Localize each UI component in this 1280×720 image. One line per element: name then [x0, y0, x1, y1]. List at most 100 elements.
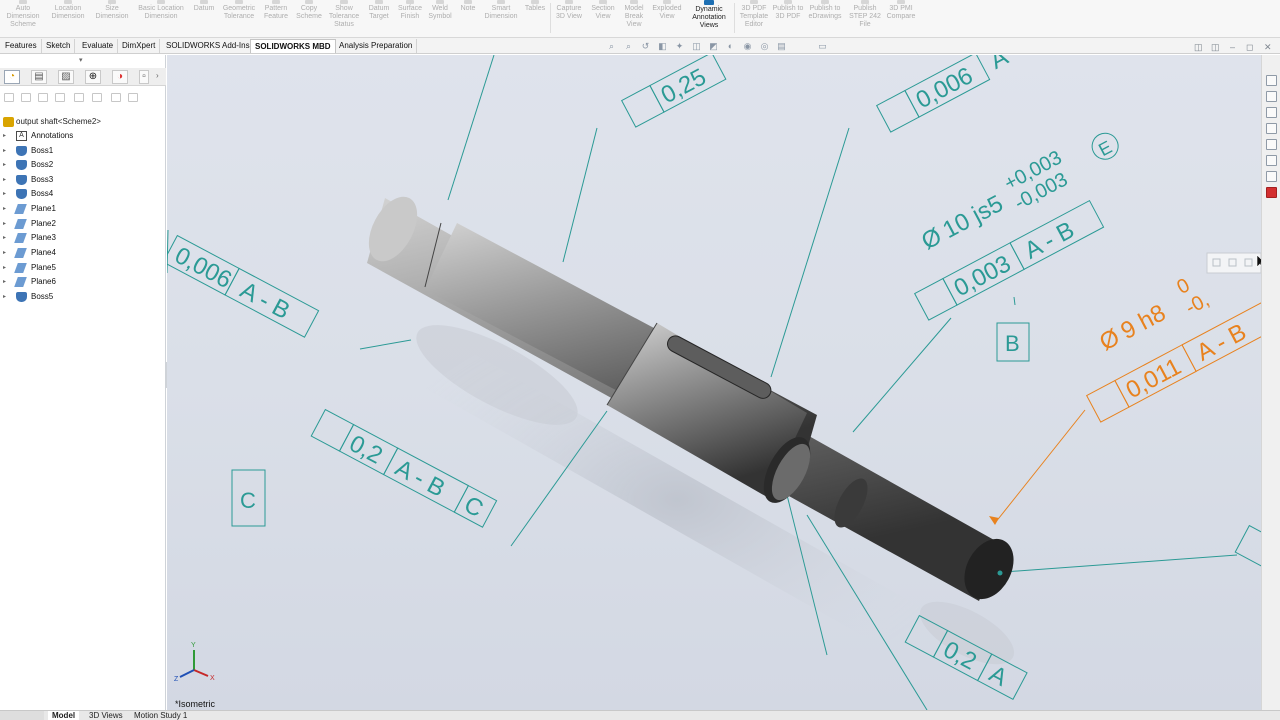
size-dimension-button[interactable]: Size Dimension — [92, 0, 132, 38]
maximize-icon[interactable]: ◻ — [1246, 42, 1253, 52]
auto-dimension-scheme-button[interactable]: Auto Dimension Scheme — [4, 0, 42, 38]
import-pmi-tool-icon[interactable] — [111, 93, 121, 102]
datum-c-label[interactable]: C — [240, 488, 256, 513]
expand-arrow-icon[interactable]: ▸ — [3, 246, 9, 260]
previous-view-icon[interactable]: ↺ — [641, 42, 650, 51]
expand-arrow-icon[interactable]: ▸ — [3, 275, 9, 289]
tolerance-status-tool-icon[interactable] — [55, 93, 65, 102]
dynamic-annotation-views-button[interactable]: Dynamic Annotation Views — [686, 0, 732, 38]
lower-tolerance-datum-c[interactable]: C — [460, 491, 488, 523]
edit-appearance-icon[interactable]: ◉ — [743, 42, 752, 51]
expand-arrow-icon[interactable]: ▸ — [3, 217, 9, 231]
view-settings-icon[interactable]: ▤ — [777, 42, 786, 51]
datum-target-button[interactable]: Datum Target — [364, 0, 394, 38]
expand-arrow-icon[interactable]: ▸ — [3, 290, 9, 304]
selected-tolerance-datums[interactable]: A - B — [1192, 318, 1251, 366]
geometric-tolerance-button[interactable]: Geometric Tolerance — [220, 0, 258, 38]
section-view-icon[interactable]: ◧ — [658, 42, 667, 51]
tables-button[interactable]: Tables — [522, 0, 548, 38]
lower-tolerance-datums[interactable]: A - B — [391, 454, 450, 502]
minimize-icon[interactable]: – — [1230, 42, 1235, 52]
tab-3d-views[interactable]: 3D Views — [85, 711, 127, 720]
note-button[interactable]: Note — [456, 0, 480, 38]
show-tolerance-tool-icon[interactable] — [21, 93, 31, 102]
show-tolerance-status-button[interactable]: Show Tolerance Status — [326, 0, 362, 38]
expand-arrow-icon[interactable]: ▸ — [3, 158, 9, 172]
expand-arrow-icon[interactable]: ▸ — [3, 231, 9, 245]
diameter-9-dimension[interactable]: 9 h8 — [1116, 299, 1170, 345]
capture-3d-view-button[interactable]: Capture 3D View — [552, 0, 586, 38]
publish-edrawings-button[interactable]: Publish to eDrawings — [804, 0, 846, 38]
view-orientation-icon[interactable]: ◫ — [692, 42, 701, 51]
context-toolbar[interactable] — [1206, 252, 1261, 274]
top-center-tolerance-value[interactable]: 0,25 — [657, 63, 711, 109]
publish-step-242-button[interactable]: Publish STEP 242 File — [846, 0, 884, 38]
restore-panel-icon[interactable]: ◫ — [1194, 42, 1203, 52]
bottom-tolerance-datum[interactable]: A — [985, 660, 1012, 691]
display-style-icon[interactable]: ◩ — [709, 42, 718, 51]
appearances-icon[interactable] — [1266, 139, 1277, 150]
3d-pmi-compare-button[interactable]: 3D PMI Compare — [884, 0, 918, 38]
section-view-button[interactable]: Section View — [588, 0, 618, 38]
view-palette-icon[interactable] — [1266, 123, 1277, 134]
expand-arrow-icon[interactable]: ▸ — [3, 187, 9, 201]
graphics-viewport[interactable]: 0,25 0,006 A Ø 10 js5 +0,003 -0,003 E 0, — [167, 55, 1261, 710]
tab-motion-study-1[interactable]: Motion Study 1 — [130, 711, 191, 720]
display-manager-tab-icon[interactable]: ◑ — [112, 70, 128, 84]
custom-properties-icon[interactable] — [1266, 155, 1277, 166]
feature-manager-tab-icon[interactable]: ◔ — [4, 70, 20, 84]
add-feature-tool-icon[interactable] — [92, 93, 102, 102]
pattern-feature-button[interactable]: Pattern Feature — [260, 0, 292, 38]
copy-scheme-tool-icon[interactable] — [38, 93, 48, 102]
close-icon[interactable]: ✕ — [1264, 42, 1272, 52]
expand-arrow-icon[interactable]: ▸ — [3, 173, 9, 187]
tab-solidworks-mbd[interactable]: SOLIDWORKS MBD — [250, 39, 336, 53]
datum-b-label[interactable]: B — [1005, 331, 1020, 356]
publish-3d-pdf-button[interactable]: Publish to 3D PDF — [772, 0, 804, 38]
apply-scene-icon[interactable]: ◎ — [760, 42, 769, 51]
zoom-area-icon[interactable]: ⌕ — [624, 42, 633, 51]
resources-icon[interactable] — [1266, 91, 1277, 102]
copy-scheme-button[interactable]: Copy Scheme — [294, 0, 324, 38]
mid-tolerance-datums[interactable]: A - B — [1020, 216, 1079, 264]
property-manager-tab-icon[interactable]: ▤ — [31, 70, 47, 84]
datum-button[interactable]: Datum — [190, 0, 218, 38]
configuration-manager-tab-icon[interactable]: ▨ — [58, 70, 74, 84]
expand-arrow-icon[interactable]: ▸ — [3, 261, 9, 275]
dimxpert-manager-tab-icon[interactable]: ⊕ — [85, 70, 101, 84]
selected-pmi-annotation[interactable]: Ø 9 h8 0 -0, 0,011 A - B — [1085, 269, 1261, 423]
expand-arrow-icon[interactable]: ▸ — [3, 202, 9, 216]
tab-evaluate[interactable]: Evaluate — [78, 39, 119, 53]
tab-sketch[interactable]: Sketch — [42, 39, 76, 53]
weld-symbol-button[interactable]: Weld Symbol — [426, 0, 454, 38]
home-icon[interactable] — [1266, 75, 1277, 86]
selected-tolerance-value[interactable]: 0,011 — [1122, 353, 1186, 404]
zoom-to-fit-icon[interactable]: ⌕ — [607, 42, 616, 51]
model-break-view-button[interactable]: Model Break View — [620, 0, 648, 38]
display-monitor-icon[interactable]: ▭ — [818, 42, 827, 51]
file-explorer-icon[interactable] — [1266, 107, 1277, 118]
top-right-datum[interactable]: A — [986, 55, 1013, 75]
lower-tolerance-value[interactable]: 0,2 — [345, 430, 387, 470]
smart-dimension-button[interactable]: Smart Dimension — [482, 0, 520, 38]
hide-show-items-icon[interactable]: ◐ — [726, 42, 735, 51]
diameter-10-dimension[interactable]: 10 js5 — [938, 190, 1007, 244]
dynamic-annotation-icon[interactable]: ✦ — [675, 42, 684, 51]
location-dimension-button[interactable]: Location Dimension — [48, 0, 88, 38]
expand-arrow-icon[interactable]: ▸ — [3, 144, 9, 158]
split-panel-icon[interactable]: ◫ — [1211, 42, 1220, 52]
scroll-tabs-arrow-icon[interactable]: › — [156, 71, 159, 80]
delete-scheme-tool-icon[interactable] — [74, 93, 84, 102]
tab-features[interactable]: Features — [1, 39, 42, 53]
tab-model[interactable]: Model — [48, 711, 80, 720]
panel-collapse-arrow-icon[interactable]: ▾ — [79, 56, 83, 64]
more-tabs-icon[interactable]: ▫ — [139, 70, 149, 84]
tab-scroll-arrows-icon[interactable] — [0, 711, 44, 720]
tab-solidworks-add-ins[interactable]: SOLIDWORKS Add-Ins — [162, 39, 255, 53]
exploded-view-button[interactable]: Exploded View — [650, 0, 684, 38]
model-canvas[interactable]: 0,25 0,006 A Ø 10 js5 +0,003 -0,003 E 0, — [167, 55, 1261, 710]
left-tolerance-datums[interactable]: A - B — [236, 277, 295, 325]
expand-arrow-icon[interactable]: ▸ — [3, 129, 9, 143]
3d-pdf-template-editor-button[interactable]: 3D PDF Template Editor — [736, 0, 772, 38]
tab-analysis-preparation[interactable]: Analysis Preparation — [335, 39, 418, 53]
